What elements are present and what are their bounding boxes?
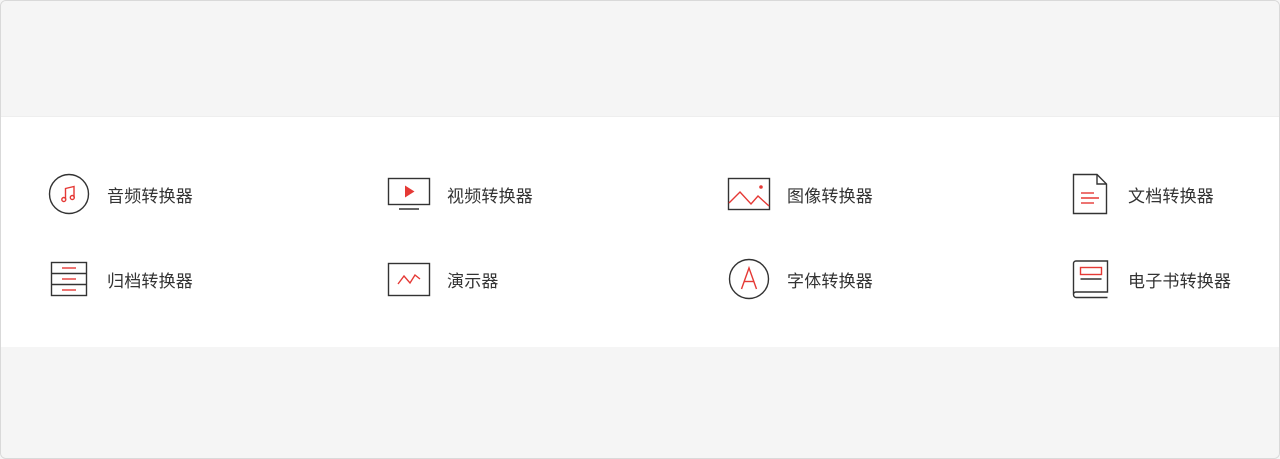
menu-item-label: 视频转换器 — [447, 186, 533, 207]
menu-item-video-converter[interactable]: 视频转换器 — [387, 172, 533, 216]
converter-menu-panel — [1, 116, 1279, 348]
menu-item-audio-converter[interactable]: 音频转换器 — [47, 172, 193, 216]
menu-item-font-converter[interactable]: 字体转换器 — [727, 257, 873, 301]
menu-item-label: 字体转换器 — [787, 271, 873, 292]
menu-item-ebook-converter[interactable]: 电子书转换器 — [1068, 257, 1231, 301]
image-icon — [727, 172, 771, 216]
archive-icon — [47, 257, 91, 301]
presentation-icon — [387, 257, 431, 301]
menu-item-label: 音频转换器 — [107, 186, 193, 207]
menu-item-archive-converter[interactable]: 归档转换器 — [47, 257, 193, 301]
bottom-background — [1, 347, 1279, 458]
menu-item-document-converter[interactable]: 文档转换器 — [1068, 172, 1214, 216]
top-background — [1, 1, 1279, 116]
menu-item-label: 电子书转换器 — [1128, 271, 1232, 292]
font-icon — [727, 257, 771, 301]
menu-item-label: 图像转换器 — [787, 186, 873, 207]
ebook-icon — [1068, 257, 1112, 301]
menu-item-presentation[interactable]: 演示器 — [387, 257, 499, 301]
menu-item-label: 文档转换器 — [1128, 186, 1214, 207]
menu-item-label: 归档转换器 — [107, 271, 193, 292]
window-frame: 音频转换器 视频转换器 图像转换器 文档转换器 归档转换器 演示器 字体转换器 … — [0, 0, 1280, 459]
menu-item-image-converter[interactable]: 图像转换器 — [727, 172, 873, 216]
document-icon — [1068, 172, 1112, 216]
music-note-icon — [47, 172, 91, 216]
menu-item-label: 演示器 — [447, 271, 499, 292]
video-monitor-icon — [387, 172, 431, 216]
